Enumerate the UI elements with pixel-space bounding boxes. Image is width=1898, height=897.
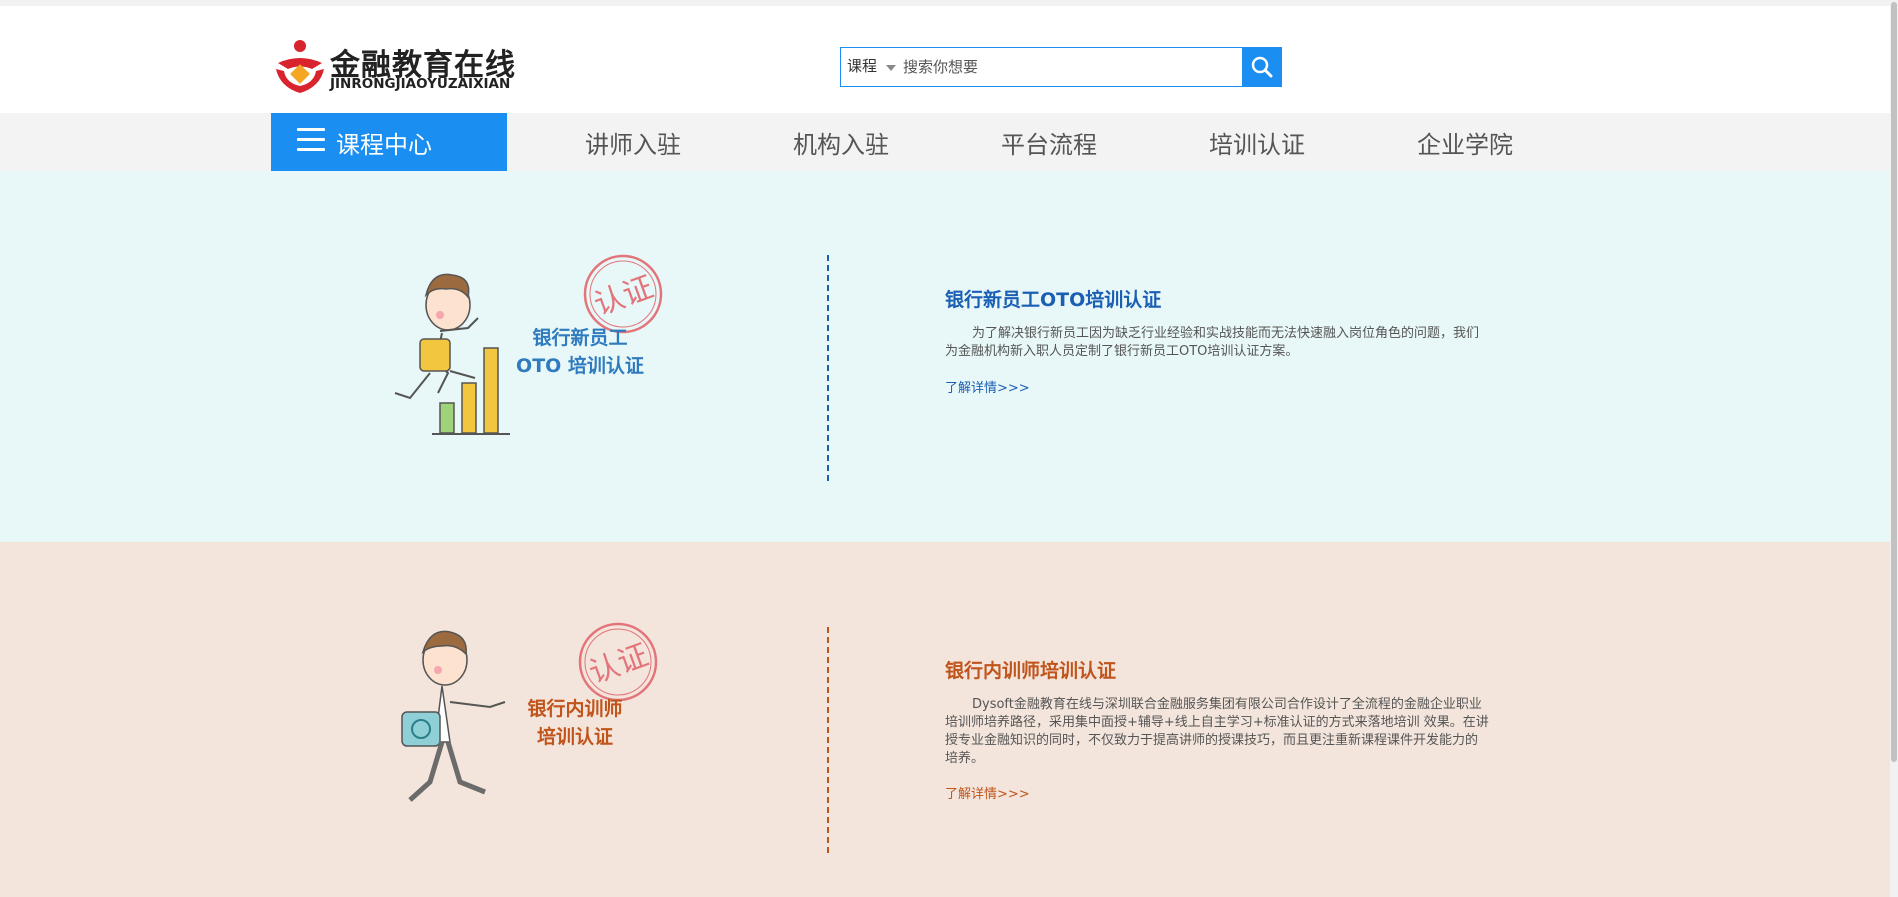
caret-down-icon[interactable]: [886, 65, 896, 71]
search-button[interactable]: [1242, 47, 1282, 87]
section-new-employee-certification: 认证 银行新员工 OTO 培训认证 银行新员工OTO培训认证 为了解决银行新员工…: [0, 171, 1898, 542]
nav-course-center[interactable]: 课程中心: [271, 113, 507, 171]
menu-icon: [297, 128, 325, 152]
illus-label-line1: 银行内训师: [527, 698, 623, 720]
new-employee-illustration: 认证 银行新员工 OTO 培训认证: [380, 253, 680, 453]
illus-label-line2: OTO 培训认证: [516, 355, 644, 377]
nav-item-institution[interactable]: 机构入驻: [793, 125, 889, 160]
section-title: 银行新员工OTO培训认证: [945, 289, 1162, 311]
illus-label-line2: 培训认证: [536, 726, 613, 748]
section-divider: [827, 255, 829, 481]
illus-label-line1: 银行新员工: [532, 327, 628, 349]
nav-item-certification[interactable]: 培训认证: [1209, 125, 1305, 160]
search-input[interactable]: [903, 49, 1203, 85]
nav-item-process[interactable]: 平台流程: [1001, 125, 1097, 160]
section-title: 银行内训师培训认证: [945, 660, 1117, 682]
scrollbar-thumb[interactable]: [1891, 2, 1897, 762]
search-bar: 课程: [840, 47, 1282, 87]
nav-course-center-label: 课程中心: [336, 131, 432, 159]
logo-mark-icon: [276, 40, 324, 93]
nav-item-lecturer[interactable]: 讲师入驻: [585, 125, 681, 160]
learn-more-link[interactable]: 了解详情>>>: [945, 783, 1030, 802]
section-internal-trainer-certification: 认证 银行内训师 培训认证 银行内训师培训认证 Dysoft金融教育在线与深圳联…: [0, 542, 1898, 897]
internal-trainer-illustration: 认证 银行内训师 培训认证: [380, 622, 680, 822]
learn-more-link[interactable]: 了解详情>>>: [945, 377, 1030, 396]
site-header: 金融教育在线 JINRONGJIAOYUZAIXIAN 课程: [0, 6, 1898, 113]
site-logo[interactable]: 金融教育在线 JINRONGJIAOYUZAIXIAN: [272, 36, 515, 98]
logo-text-en: JINRONGJIAOYUZAIXIAN: [330, 76, 511, 92]
search-category-select[interactable]: 课程: [847, 48, 877, 86]
section-description: Dysoft金融教育在线与深圳联合金融服务集团有限公司合作设计了全流程的金融企业…: [945, 697, 1489, 766]
nav-item-academy[interactable]: 企业学院: [1417, 125, 1513, 160]
search-icon: [1251, 56, 1273, 78]
section-divider: [827, 627, 829, 853]
main-nav: 课程中心 讲师入驻 机构入驻 平台流程 培训认证 企业学院: [0, 113, 1898, 171]
section-description: 为了解决银行新员工因为缺乏行业经验和实战技能而无法快速融入岗位角色的问题，我们为…: [945, 326, 1480, 359]
